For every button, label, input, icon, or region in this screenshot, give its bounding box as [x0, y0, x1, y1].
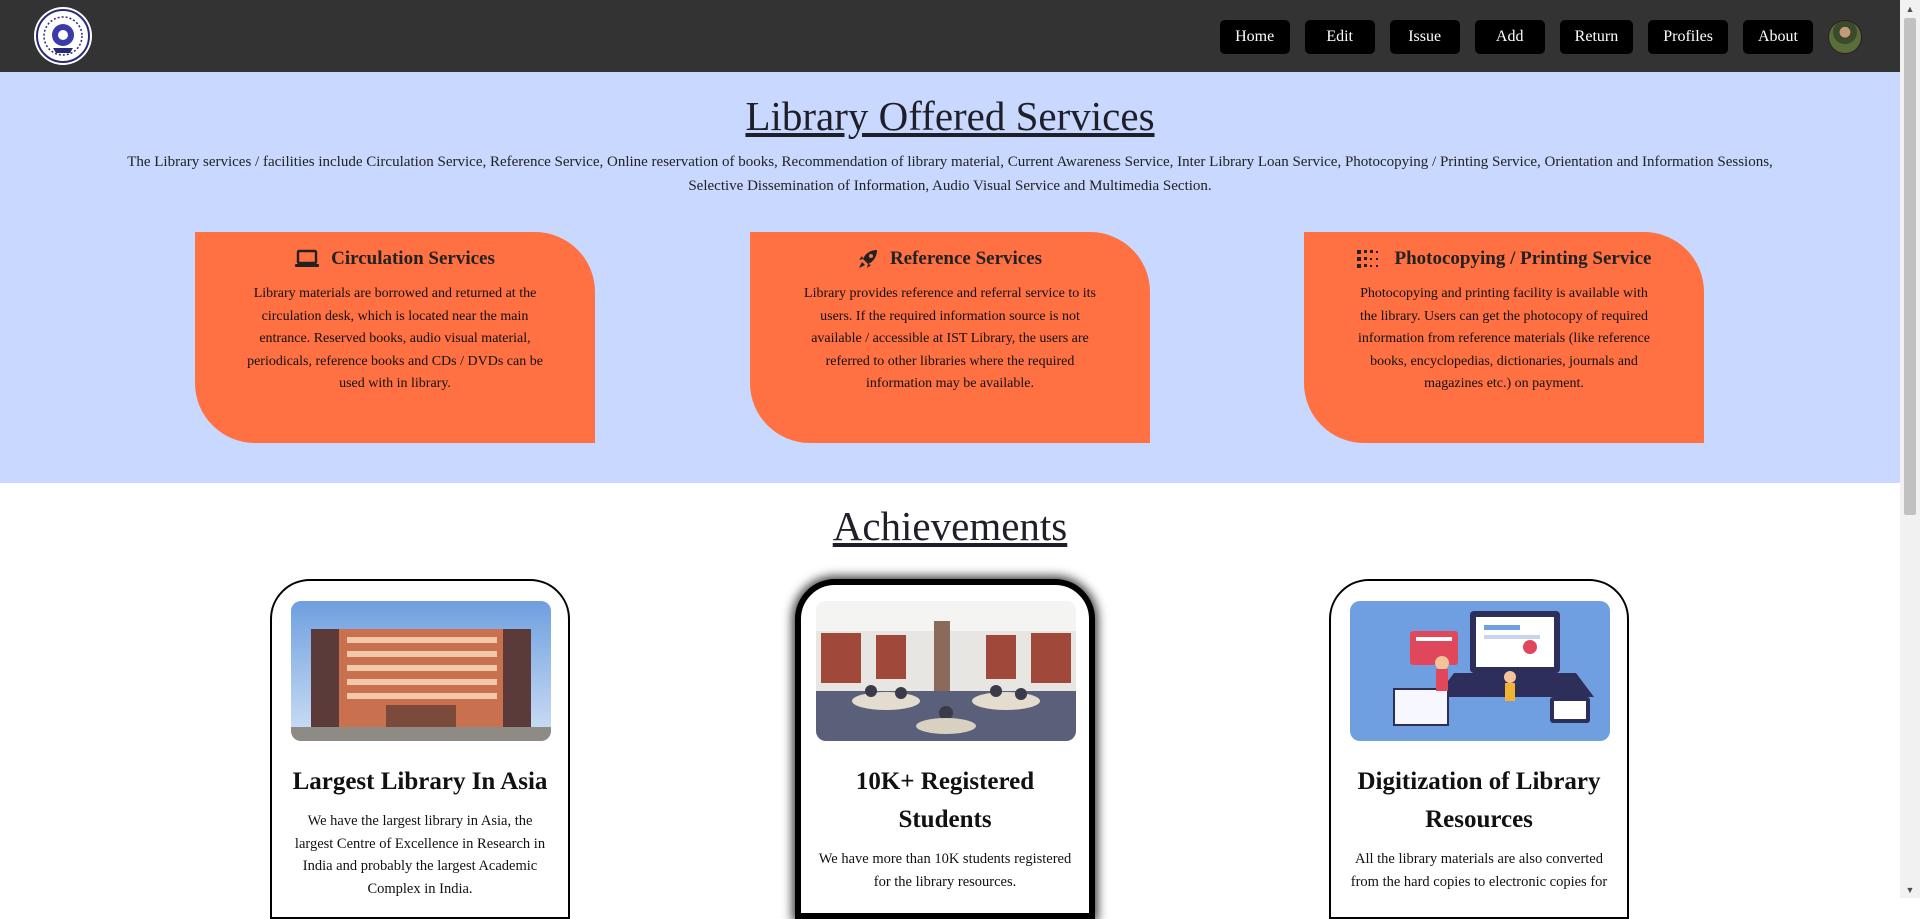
achievement-title: Digitization of Library Resources	[1357, 768, 1601, 833]
service-card-text: Photocopying and printing facility is av…	[1358, 286, 1650, 391]
achievement-title: Largest Library In Asia	[292, 768, 548, 795]
service-card-title: Photocopying / Printing Service	[1394, 248, 1652, 269]
service-card-title: Reference Services	[889, 248, 1043, 269]
service-card-title: Circulation Services	[331, 248, 495, 269]
services-title: Library Offered Services	[745, 93, 1155, 139]
scroll-up-icon[interactable]: ▲	[1900, 0, 1920, 17]
grid-icon	[1357, 250, 1379, 268]
library-building-photo	[291, 601, 551, 741]
achievement-card-largest-library: Largest Library In Asia We have the larg…	[270, 579, 570, 919]
nav-about-button[interactable]: About	[1743, 20, 1813, 54]
nav-return-button[interactable]: Return	[1559, 20, 1634, 54]
nav-menu: Home Edit Issue Add Return Profiles Abou…	[1205, 20, 1862, 54]
service-card-photocopy: Photocopying / Printing Service Photocop…	[1304, 232, 1704, 443]
reading-room-photo	[816, 601, 1076, 741]
achievement-text: We have the largest library in Asia, the…	[294, 813, 546, 897]
achievement-card-digitization: Digitization of Library Resources All th…	[1329, 579, 1629, 919]
service-card-circulation: Circulation Services Library materials a…	[195, 232, 595, 443]
emblem-icon	[36, 9, 90, 63]
service-card-text: Library provides reference and referral …	[804, 286, 1096, 391]
achievement-card-registered-students: 10K+ Registered Students We have more th…	[795, 579, 1095, 919]
laptop-icon	[295, 249, 320, 267]
scroll-down-icon[interactable]: ▼	[1900, 881, 1920, 898]
nav-profiles-button[interactable]: Profiles	[1648, 20, 1728, 54]
page-scrollbar[interactable]: ▲ ▼	[1900, 0, 1920, 898]
top-navbar: Home Edit Issue Add Return Profiles Abou…	[0, 0, 1900, 72]
achievements-title: Achievements	[832, 503, 1068, 549]
achievement-text: All the library materials are also conve…	[1350, 851, 1608, 890]
nav-home-button[interactable]: Home	[1219, 20, 1290, 54]
institute-logo[interactable]	[34, 7, 92, 65]
digital-library-illustration	[1350, 601, 1610, 741]
achievement-title: 10K+ Registered Students	[855, 768, 1035, 833]
service-card-text: Library materials are borrowed and retur…	[247, 286, 543, 391]
service-card-reference: Reference Services Library provides refe…	[750, 232, 1150, 443]
nav-add-button[interactable]: Add	[1474, 20, 1545, 54]
scrollbar-thumb[interactable]	[1904, 18, 1916, 515]
services-intro: The Library services / facilities includ…	[127, 154, 1773, 194]
nav-issue-button[interactable]: Issue	[1389, 20, 1460, 54]
user-avatar[interactable]	[1828, 20, 1862, 54]
achievement-text: We have more than 10K students registere…	[818, 851, 1072, 890]
services-section: Library Offered Services The Library ser…	[0, 72, 1900, 483]
nav-edit-button[interactable]: Edit	[1304, 20, 1375, 54]
rocket-icon	[858, 250, 877, 268]
